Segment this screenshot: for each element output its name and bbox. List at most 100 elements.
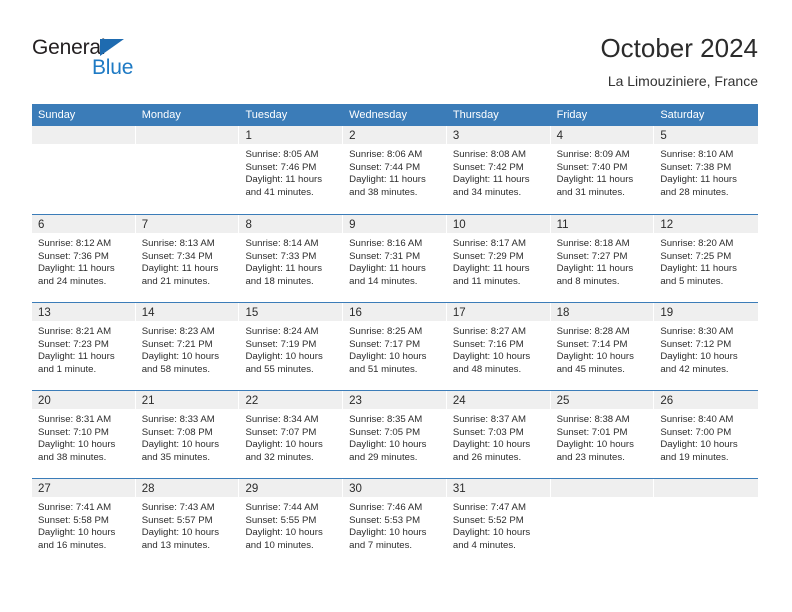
day-cell[interactable]: 26 Sunrise: 8:40 AM Sunset: 7:00 PM Dayl… (654, 391, 759, 478)
sunset-text: Sunset: 7:16 PM (452, 338, 524, 350)
day-cell[interactable]: 21 Sunrise: 8:33 AM Sunset: 7:08 PM Dayl… (135, 391, 240, 478)
day-cell[interactable]: 5 Sunrise: 8:10 AM Sunset: 7:38 PM Dayli… (654, 126, 759, 214)
day-number: 30 (349, 483, 362, 495)
sunrise-text: Sunrise: 7:43 AM (141, 502, 215, 513)
daylight-text-line1: Daylight: 11 hours (349, 174, 426, 186)
day-number: 18 (556, 307, 570, 319)
day-number: 7 (141, 219, 149, 231)
weekday-header-sunday: Sunday (38, 109, 76, 121)
sunset-text: Sunset: 5:58 PM (38, 514, 109, 526)
daylight-text-line1: Daylight: 10 hours (660, 439, 738, 451)
daylight-text-line1: Daylight: 11 hours (660, 174, 737, 186)
day-cell[interactable]: 24 Sunrise: 8:37 AM Sunset: 7:03 PM Dayl… (446, 391, 551, 478)
daylight-text-line2: and 13 minutes. (141, 539, 210, 551)
sunset-text: Sunset: 7:31 PM (349, 250, 421, 262)
daylight-text-line2: and 38 minutes. (349, 186, 418, 198)
day-cell[interactable]: 30 Sunrise: 7:46 AM Sunset: 5:53 PM Dayl… (343, 479, 447, 566)
day-number-band (32, 126, 136, 144)
day-cell[interactable]: 17 Sunrise: 8:27 AM Sunset: 7:16 PM Dayl… (446, 303, 551, 390)
day-cell[interactable]: 11 Sunrise: 8:18 AM Sunset: 7:27 PM Dayl… (550, 215, 655, 302)
daylight-text-line1: Daylight: 10 hours (245, 527, 323, 539)
day-details: Sunrise: 8:25 AM Sunset: 7:17 PM Dayligh… (343, 321, 447, 376)
daylight-text-line2: and 26 minutes. (452, 451, 522, 463)
day-cell[interactable]: 2 Sunrise: 8:06 AM Sunset: 7:44 PM Dayli… (343, 126, 447, 214)
day-number: 14 (141, 307, 155, 319)
sunset-text: Sunset: 7:03 PM (452, 426, 524, 438)
day-details: Sunrise: 8:09 AM Sunset: 7:40 PM Dayligh… (551, 144, 655, 199)
daylight-text-line1: Daylight: 10 hours (245, 351, 323, 363)
day-cell[interactable]: 22 Sunrise: 8:34 AM Sunset: 7:07 PM Dayl… (239, 391, 344, 478)
day-cell[interactable]: 18 Sunrise: 8:28 AM Sunset: 7:14 PM Dayl… (550, 303, 655, 390)
day-details: Sunrise: 7:43 AM Sunset: 5:57 PM Dayligh… (136, 497, 240, 552)
sunset-text: Sunset: 7:42 PM (452, 161, 524, 173)
page-header: General Blue October 2024 La Limouzinier… (0, 0, 792, 100)
day-cell[interactable]: 23 Sunrise: 8:35 AM Sunset: 7:05 PM Dayl… (343, 391, 447, 478)
daylight-text-line2: and 29 minutes. (349, 451, 418, 463)
day-number-band: 24 (446, 391, 551, 409)
day-number: 27 (38, 483, 51, 495)
daylight-text-line2: and 21 minutes. (141, 275, 210, 287)
calendar-page: General Blue October 2024 La Limouzinier… (0, 0, 792, 612)
day-details: Sunrise: 8:12 AM Sunset: 7:36 PM Dayligh… (32, 233, 136, 288)
day-cell[interactable]: 31 Sunrise: 7:47 AM Sunset: 5:52 PM Dayl… (446, 479, 551, 566)
day-number: 24 (452, 395, 466, 407)
day-cell[interactable]: 12 Sunrise: 8:20 AM Sunset: 7:25 PM Dayl… (654, 215, 759, 302)
sunset-text: Sunset: 7:17 PM (349, 338, 421, 350)
daylight-text-line2: and 45 minutes. (556, 363, 625, 375)
day-number-band: 18 (550, 303, 655, 321)
day-cell[interactable]: 9 Sunrise: 8:16 AM Sunset: 7:31 PM Dayli… (343, 215, 447, 302)
daylight-text-line2: and 7 minutes. (349, 539, 413, 551)
day-details: Sunrise: 7:46 AM Sunset: 5:53 PM Dayligh… (343, 497, 447, 552)
day-cell[interactable]: 28 Sunrise: 7:43 AM Sunset: 5:57 PM Dayl… (135, 479, 240, 566)
day-details: Sunrise: 8:10 AM Sunset: 7:38 PM Dayligh… (654, 144, 758, 199)
day-cell[interactable] (550, 479, 655, 566)
daylight-text-line2: and 31 minutes. (556, 186, 625, 198)
day-number: 6 (38, 219, 45, 231)
day-cell[interactable]: 15 Sunrise: 8:24 AM Sunset: 7:19 PM Dayl… (239, 303, 344, 390)
day-number-band: 11 (550, 215, 655, 233)
day-number-band: 12 (654, 215, 759, 233)
day-details: Sunrise: 8:31 AM Sunset: 7:10 PM Dayligh… (32, 409, 136, 464)
daylight-text-line2: and 11 minutes. (452, 275, 521, 287)
day-cell[interactable]: 8 Sunrise: 8:14 AM Sunset: 7:33 PM Dayli… (239, 215, 344, 302)
sunrise-text: Sunrise: 8:08 AM (452, 149, 526, 160)
day-number-band: 4 (550, 126, 655, 144)
day-cell[interactable]: 10 Sunrise: 8:17 AM Sunset: 7:29 PM Dayl… (446, 215, 551, 302)
day-number-band: 2 (343, 126, 447, 144)
day-number: 31 (452, 483, 466, 495)
day-cell[interactable] (32, 126, 136, 214)
day-cell[interactable]: 14 Sunrise: 8:23 AM Sunset: 7:21 PM Dayl… (135, 303, 240, 390)
sunrise-text: Sunrise: 7:44 AM (245, 502, 319, 513)
daylight-text-line1: Daylight: 10 hours (556, 351, 634, 363)
day-cell[interactable]: 4 Sunrise: 8:09 AM Sunset: 7:40 PM Dayli… (550, 126, 655, 214)
day-cell[interactable]: 27 Sunrise: 7:41 AM Sunset: 5:58 PM Dayl… (32, 479, 136, 566)
sunrise-text: Sunrise: 8:20 AM (660, 238, 734, 249)
sunset-text: Sunset: 7:10 PM (38, 426, 109, 438)
day-details: Sunrise: 8:06 AM Sunset: 7:44 PM Dayligh… (343, 144, 447, 199)
logo-text-blue: Blue (92, 56, 134, 79)
sunset-text: Sunset: 7:23 PM (38, 338, 109, 350)
day-cell[interactable]: 7 Sunrise: 8:13 AM Sunset: 7:34 PM Dayli… (135, 215, 240, 302)
daylight-text-line2: and 42 minutes. (660, 363, 729, 375)
day-cell[interactable]: 13 Sunrise: 8:21 AM Sunset: 7:23 PM Dayl… (32, 303, 136, 390)
day-cell[interactable]: 25 Sunrise: 8:38 AM Sunset: 7:01 PM Dayl… (550, 391, 655, 478)
daylight-text-line1: Daylight: 10 hours (38, 527, 116, 539)
day-number-band: 9 (343, 215, 447, 233)
day-cell[interactable]: 3 Sunrise: 8:08 AM Sunset: 7:42 PM Dayli… (446, 126, 551, 214)
day-cell[interactable]: 20 Sunrise: 8:31 AM Sunset: 7:10 PM Dayl… (32, 391, 136, 478)
day-cell[interactable]: 19 Sunrise: 8:30 AM Sunset: 7:12 PM Dayl… (654, 303, 759, 390)
sunset-text: Sunset: 7:14 PM (556, 338, 628, 350)
sunrise-text: Sunrise: 8:06 AM (349, 149, 423, 160)
sunset-text: Sunset: 7:12 PM (660, 338, 732, 350)
daylight-text-line2: and 35 minutes. (141, 451, 210, 463)
day-cell[interactable]: 16 Sunrise: 8:25 AM Sunset: 7:17 PM Dayl… (343, 303, 447, 390)
day-cell[interactable]: 29 Sunrise: 7:44 AM Sunset: 5:55 PM Dayl… (239, 479, 344, 566)
day-number: 25 (556, 395, 570, 407)
day-cell[interactable] (654, 479, 759, 566)
day-cell[interactable]: 6 Sunrise: 8:12 AM Sunset: 7:36 PM Dayli… (32, 215, 136, 302)
day-number-band: 14 (135, 303, 240, 321)
weekday-header-row: Sunday Monday Tuesday Wednesday Thursday… (32, 104, 758, 126)
day-cell[interactable]: 1 Sunrise: 8:05 AM Sunset: 7:46 PM Dayli… (239, 126, 344, 214)
generalblue-logo[interactable]: General Blue (32, 36, 212, 84)
day-cell[interactable] (135, 126, 240, 214)
